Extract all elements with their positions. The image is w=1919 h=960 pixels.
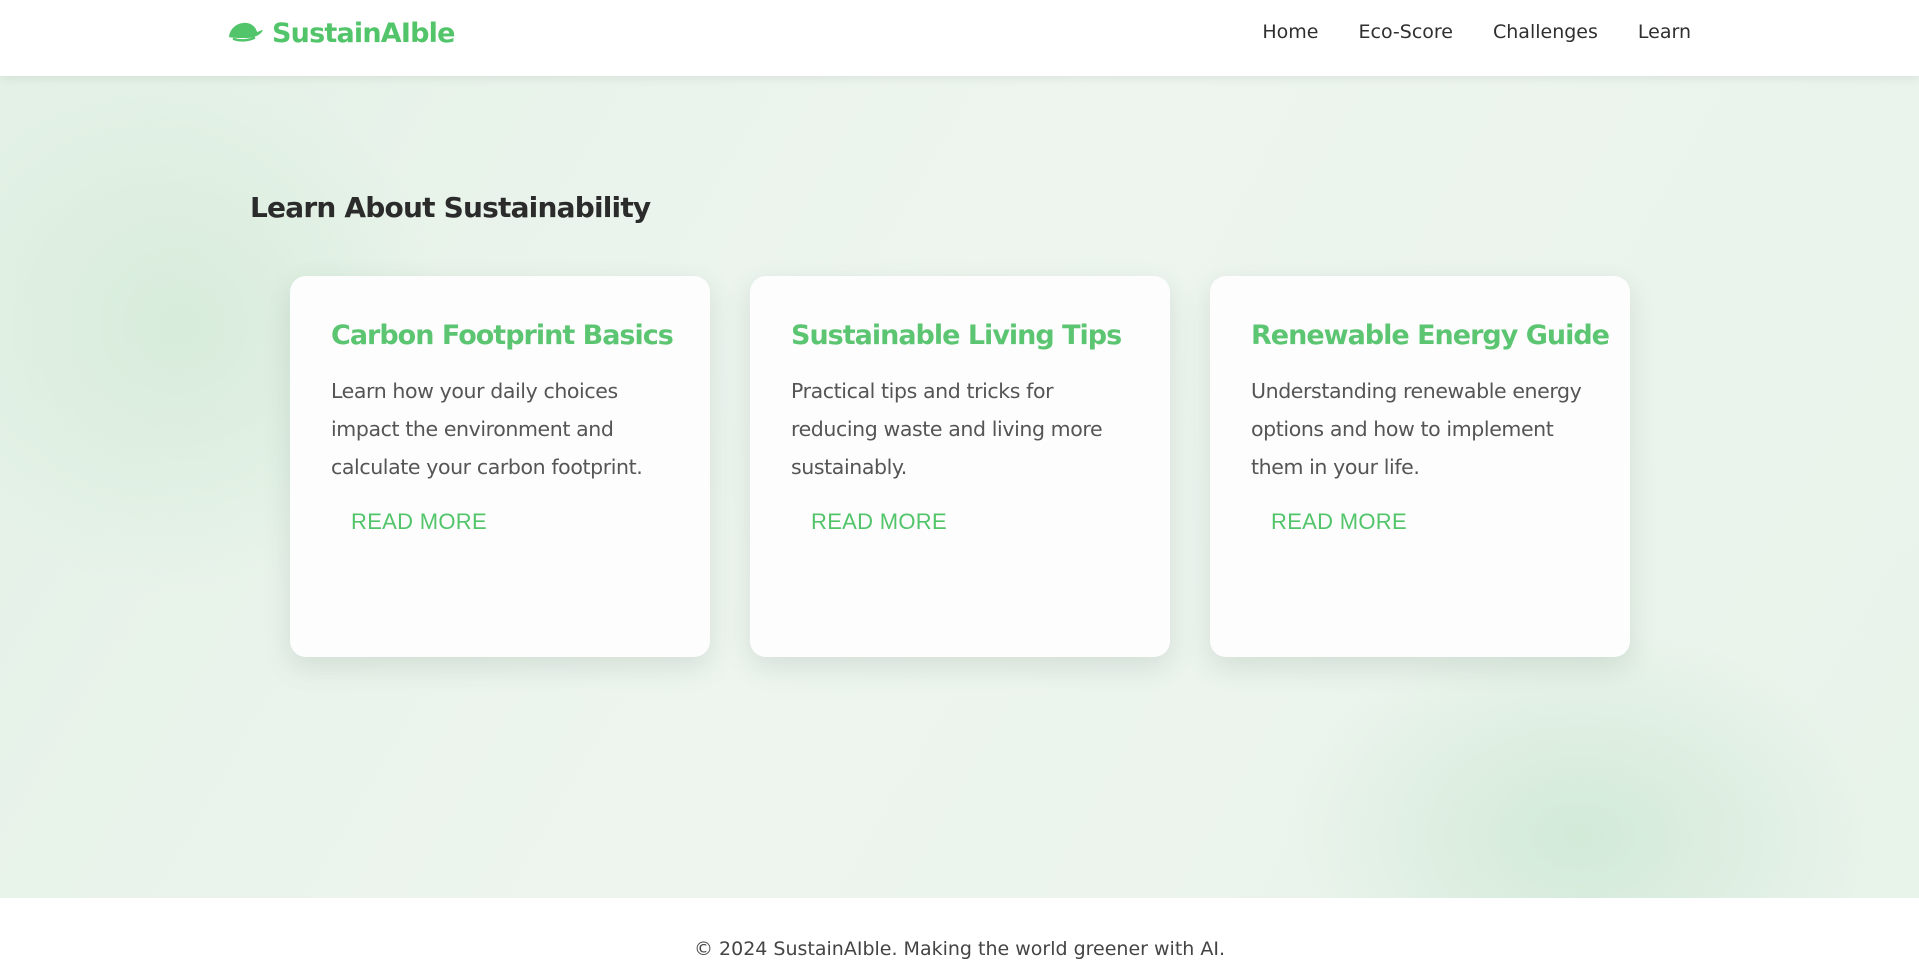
card-title: Renewable Energy Guide [1251,320,1610,351]
read-more-button[interactable]: READ MORE [351,509,487,535]
card-title: Carbon Footprint Basics [331,320,674,351]
leaf-icon [229,22,263,42]
top-navbar: SustainAIble Home Eco-Score Challenges L… [0,0,1919,76]
section-title: Learn About Sustainability [250,191,651,224]
main-nav: Home Eco-Score Challenges Learn [1262,18,1691,46]
card-description: Practical tips and tricks for reducing w… [791,379,1103,479]
nav-link-challenges[interactable]: Challenges [1493,18,1598,46]
read-more-button[interactable]: READ MORE [811,509,947,535]
page-footer: © 2024 SustainAIble. Making the world gr… [0,898,1919,960]
read-more-button[interactable]: READ MORE [1271,509,1407,535]
footer-copyright: © 2024 SustainAIble. Making the world gr… [694,938,1225,960]
learn-section: Learn About Sustainability Carbon Footpr… [0,76,1919,898]
card-carbon-footprint: Carbon Footprint Basics Learn how your d… [290,276,710,657]
card-sustainable-living: Sustainable Living Tips Practical tips a… [750,276,1170,657]
nav-link-eco-score[interactable]: Eco-Score [1359,18,1454,46]
card-renewable-energy: Renewable Energy Guide Understanding ren… [1210,276,1630,657]
card-title: Sustainable Living Tips [791,320,1122,351]
card-description: Understanding renewable energy options a… [1251,379,1582,479]
nav-link-learn[interactable]: Learn [1638,18,1691,46]
card-description: Learn how your daily choices impact the … [331,379,643,479]
brand-logo[interactable]: SustainAIble [226,16,455,50]
nav-link-home[interactable]: Home [1262,18,1318,46]
brand-name: SustainAIble [272,17,455,49]
